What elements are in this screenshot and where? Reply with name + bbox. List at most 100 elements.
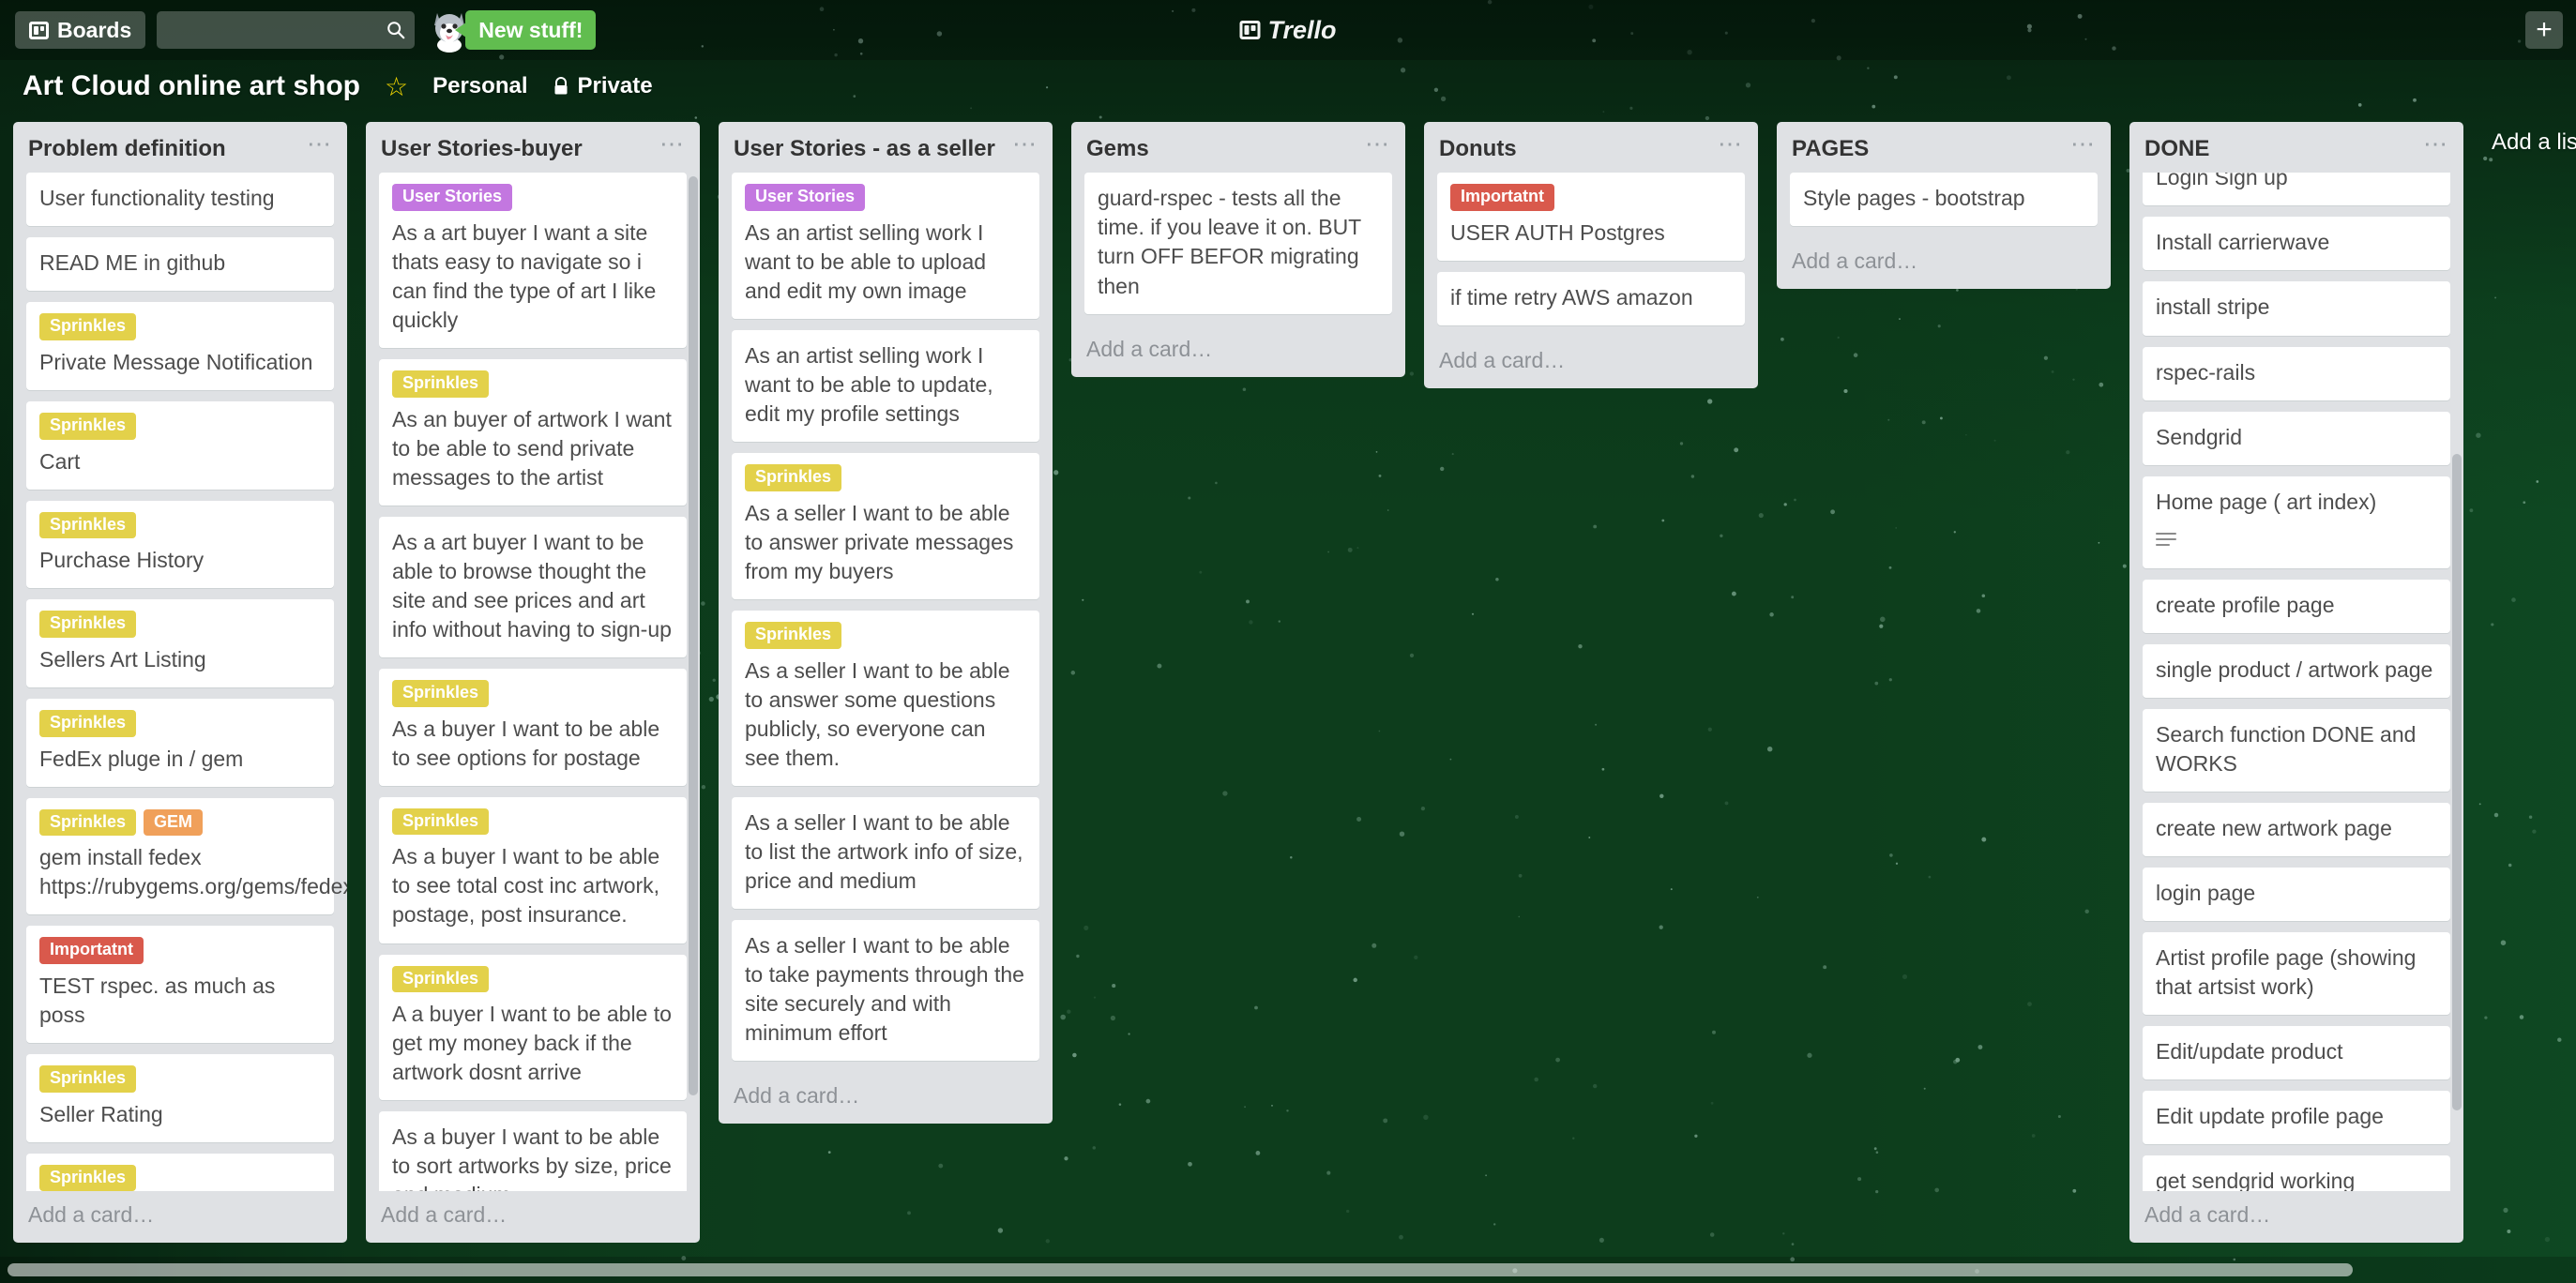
card-label-sprinkles[interactable]: Sprinkles: [39, 611, 137, 638]
card[interactable]: READ ME in github: [26, 237, 334, 292]
card[interactable]: Edit update profile page: [2143, 1091, 2450, 1145]
card[interactable]: As a seller I want to be able to list th…: [732, 796, 1039, 909]
card-label-sprinkles[interactable]: Sprinkles: [392, 370, 490, 398]
ellipsis-icon[interactable]: ⋯: [1365, 131, 1390, 155]
card-label-sprinkles[interactable]: Sprinkles: [39, 1065, 137, 1093]
add-card-button[interactable]: Add a card…: [1777, 237, 2111, 289]
card[interactable]: guard-rspec - tests all the time. if you…: [1084, 173, 1392, 314]
list-title[interactable]: User Stories - as a seller: [734, 136, 995, 161]
card[interactable]: Style pages - bootstrap: [1790, 173, 2098, 227]
card-label-sprinkles[interactable]: Sprinkles: [39, 710, 137, 737]
boards-button[interactable]: Boards: [15, 11, 146, 49]
search-input[interactable]: [157, 11, 416, 49]
card[interactable]: Sprinkles A a buyer I want to be able to …: [379, 954, 687, 1101]
card-label-sprinkles[interactable]: Sprinkles: [39, 808, 137, 837]
card[interactable]: As a seller I want to be able to take pa…: [732, 919, 1039, 1062]
card[interactable]: As an artist selling work I want to be a…: [732, 330, 1039, 443]
card-label-user-stories[interactable]: User Stories: [392, 184, 513, 211]
card[interactable]: As a art buyer I want to be able to brow…: [379, 516, 687, 658]
card[interactable]: Sprinkles As a seller I want to be able t…: [732, 453, 1039, 599]
list-scrollbar[interactable]: [689, 176, 698, 1096]
add-card-button[interactable]: Add a card…: [2129, 1191, 2463, 1243]
card-label-sprinkles[interactable]: Sprinkles: [39, 1164, 137, 1191]
card-label-sprinkles[interactable]: Sprinkles: [392, 808, 490, 836]
ellipsis-icon[interactable]: ⋯: [1718, 131, 1743, 155]
card-label-sprinkles[interactable]: Sprinkles: [392, 965, 490, 993]
card[interactable]: Artist profile page (showing that artsis…: [2143, 932, 2450, 1016]
card-label-sprinkles[interactable]: Sprinkles: [39, 313, 137, 341]
card[interactable]: Importatnt TEST rspec. as much as poss: [26, 926, 334, 1044]
card-label-sprinkles[interactable]: Sprinkles: [745, 622, 842, 649]
card[interactable]: Sprinkles FedEx pluge in / gem: [26, 699, 334, 787]
card[interactable]: User Stories As a art buyer I want a site…: [379, 173, 687, 349]
list-title[interactable]: Donuts: [1439, 136, 1517, 161]
list-title[interactable]: Problem definition: [28, 136, 226, 161]
card[interactable]: User Stories As an artist selling work I …: [732, 173, 1039, 320]
card[interactable]: single product / artwork page: [2143, 643, 2450, 698]
ellipsis-icon[interactable]: ⋯: [307, 131, 332, 155]
add-card-button[interactable]: Add a card…: [366, 1191, 700, 1243]
add-list-button[interactable]: Add a list…: [2482, 126, 2576, 159]
add-board-button[interactable]: +: [2525, 11, 2563, 49]
card-label-user-stories[interactable]: User Stories: [745, 184, 866, 211]
board-visibility[interactable]: Private: [553, 73, 653, 99]
card[interactable]: Search function DONE and WORKS: [2143, 708, 2450, 792]
list-title[interactable]: User Stories-buyer: [381, 136, 583, 161]
card[interactable]: User functionality testing: [26, 173, 334, 227]
card[interactable]: Install carrierwave: [2143, 217, 2450, 271]
card[interactable]: As a buyer I want to be able to sort art…: [379, 1111, 687, 1191]
card[interactable]: Edit/update product: [2143, 1026, 2450, 1080]
card-label-importatnt[interactable]: Importatnt: [39, 937, 144, 964]
card[interactable]: Home page ( art index): [2143, 475, 2450, 568]
search-box[interactable]: [157, 11, 416, 49]
ellipsis-icon[interactable]: ⋯: [659, 131, 685, 155]
card[interactable]: SprinklesToken - stripe connect: [26, 1153, 334, 1191]
card[interactable]: Sprinkles As an buyer of artwork I want t…: [379, 359, 687, 506]
card[interactable]: Sprinkles Seller Rating: [26, 1054, 334, 1142]
horizontal-scrollbar[interactable]: [0, 1257, 2576, 1283]
add-card-button[interactable]: Add a card…: [13, 1191, 347, 1243]
card[interactable]: login page: [2143, 867, 2450, 921]
list-title[interactable]: Gems: [1086, 136, 1149, 161]
list-scrollbar[interactable]: [2452, 454, 2462, 1111]
board-title[interactable]: Art Cloud online art shop: [23, 70, 360, 102]
card-label-gem[interactable]: GEM: [144, 808, 204, 837]
card[interactable]: Sprinkles Private Message Notification: [26, 302, 334, 391]
card-label-sprinkles[interactable]: Sprinkles: [392, 680, 490, 707]
card[interactable]: Sendgrid: [2143, 411, 2450, 465]
card[interactable]: Sprinkles As a seller I want to be able t…: [732, 611, 1039, 786]
card[interactable]: rspec-rails: [2143, 346, 2450, 400]
star-icon[interactable]: ☆: [385, 71, 408, 102]
card[interactable]: Sprinkles GEM gem install fedex https://ru…: [26, 797, 347, 915]
add-card-button[interactable]: Add a card…: [1071, 325, 1405, 377]
ellipsis-icon[interactable]: ⋯: [2423, 131, 2448, 155]
add-card-button[interactable]: Add a card…: [1424, 337, 1758, 388]
ellipsis-icon[interactable]: ⋯: [2070, 131, 2096, 155]
trello-logo[interactable]: Trello: [1239, 16, 1337, 45]
card[interactable]: Sprinkles Cart: [26, 401, 334, 490]
card[interactable]: install stripe: [2143, 281, 2450, 336]
card-label-sprinkles[interactable]: Sprinkles: [39, 413, 137, 440]
card[interactable]: create new artwork page: [2143, 802, 2450, 856]
card[interactable]: if time retry AWS amazon: [1437, 272, 1745, 326]
list-title[interactable]: PAGES: [1792, 136, 1869, 161]
card[interactable]: Login Sign up: [2143, 173, 2450, 206]
card-labels: Sprinkles: [745, 464, 1026, 491]
board-team[interactable]: Personal: [432, 73, 527, 99]
horizontal-scrollbar-thumb[interactable]: [8, 1263, 2353, 1276]
card-label-importatnt[interactable]: Importatnt: [1450, 184, 1554, 211]
card[interactable]: get sendgrid working: [2143, 1155, 2450, 1191]
add-card-button[interactable]: Add a card…: [719, 1072, 1053, 1124]
card-label-sprinkles[interactable]: Sprinkles: [745, 464, 842, 491]
card[interactable]: Sprinkles As a buyer I want to be able to…: [379, 669, 687, 786]
card[interactable]: Sprinkles Purchase History: [26, 500, 334, 589]
card[interactable]: Importatnt USER AUTH Postgres: [1437, 173, 1745, 262]
card[interactable]: create profile page: [2143, 579, 2450, 633]
list-title[interactable]: DONE: [2144, 136, 2209, 161]
card[interactable]: Sprinkles Sellers Art Listing: [26, 599, 334, 688]
search-icon[interactable]: [386, 20, 406, 40]
card-label-sprinkles[interactable]: Sprinkles: [39, 511, 137, 539]
ellipsis-icon[interactable]: ⋯: [1012, 131, 1038, 155]
card[interactable]: Sprinkles As a buyer I want to be able to…: [379, 796, 687, 943]
new-stuff-button[interactable]: New stuff!: [455, 10, 597, 50]
